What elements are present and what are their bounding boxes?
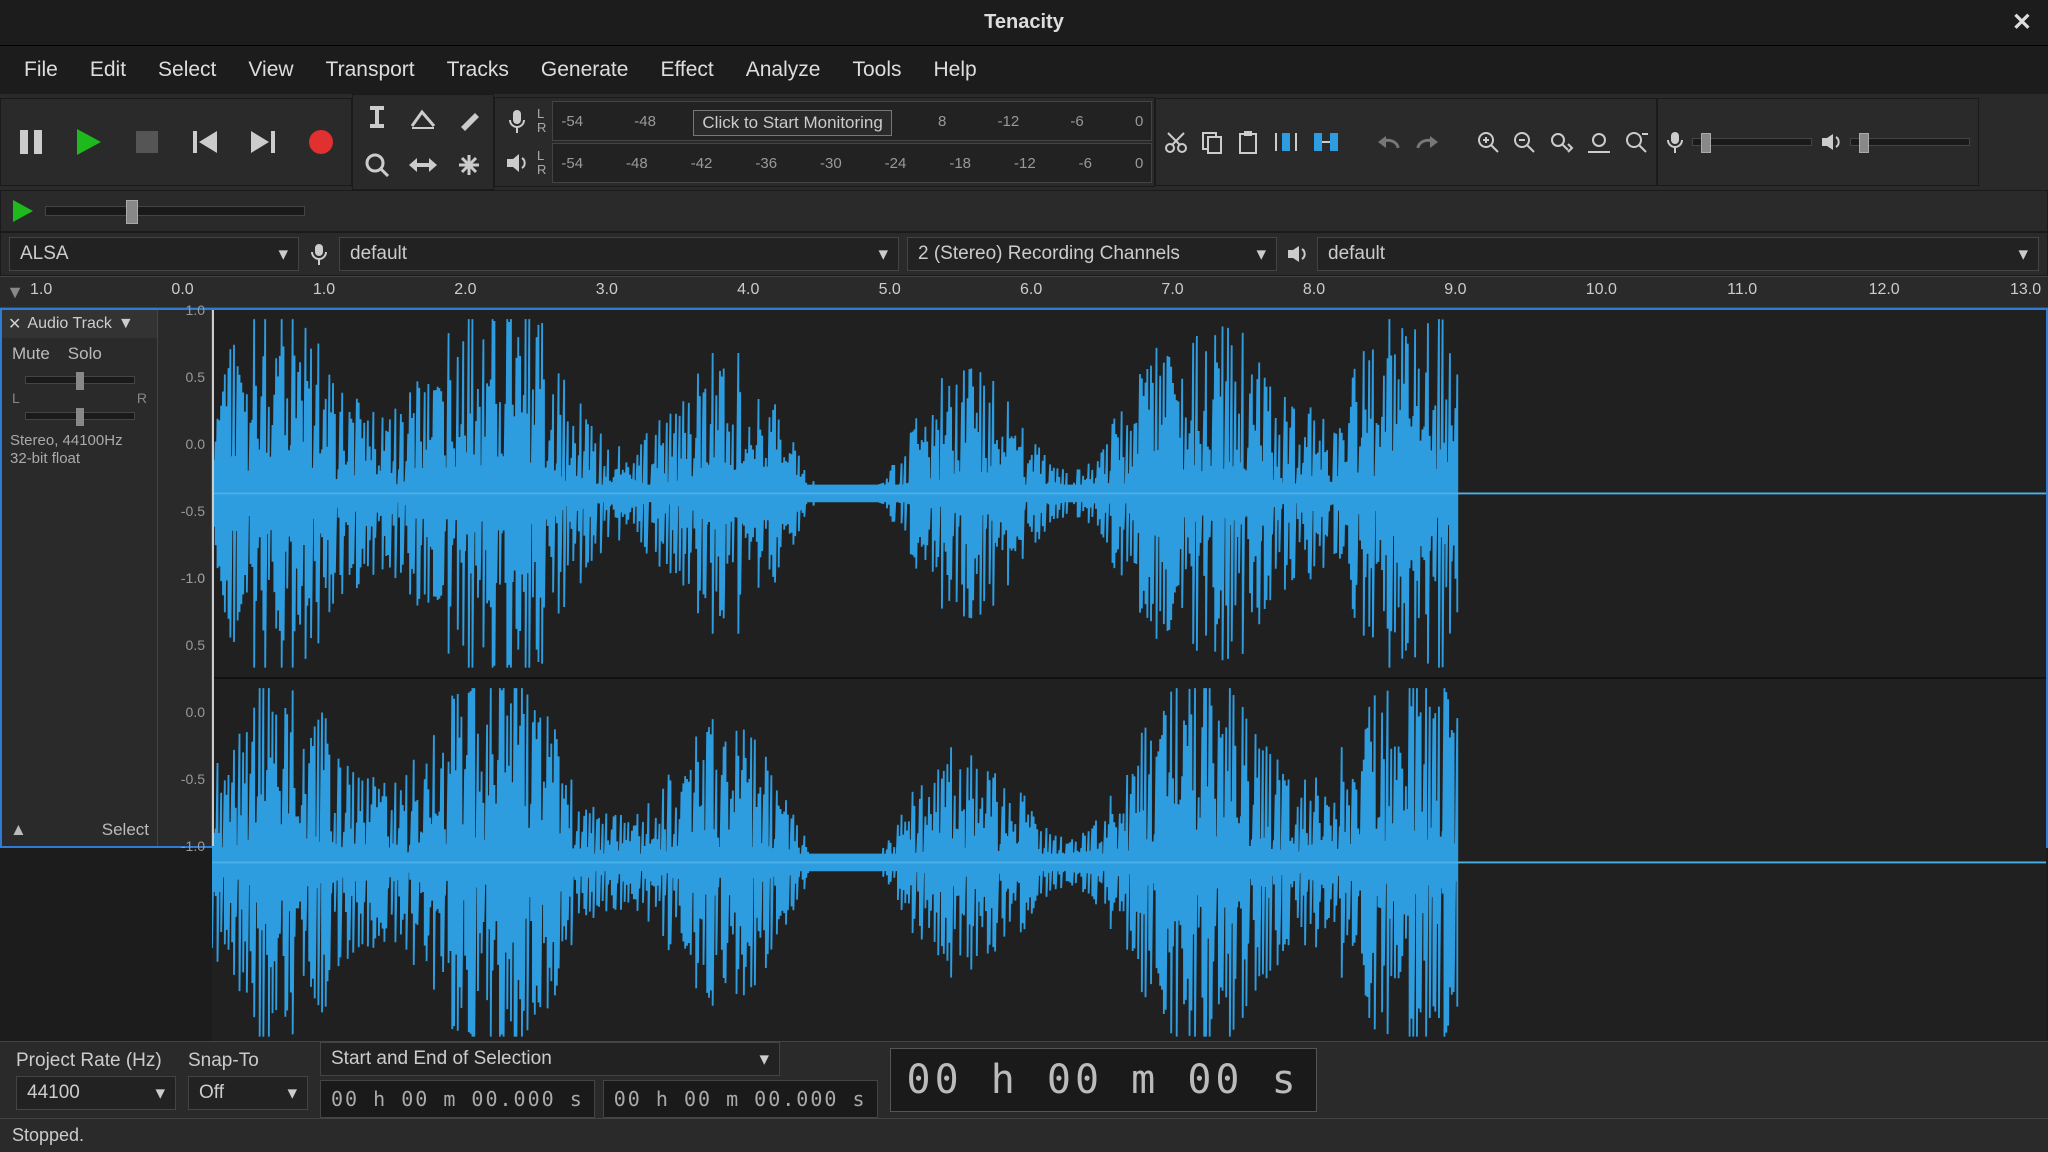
menu-tracks[interactable]: Tracks <box>431 50 525 90</box>
track-gain-slider[interactable] <box>25 376 135 384</box>
start-monitoring-hint[interactable]: Click to Start Monitoring <box>693 110 891 136</box>
solo-button[interactable]: Solo <box>68 344 102 364</box>
play-at-speed-button[interactable] <box>13 200 33 222</box>
snap-to-dropdown[interactable]: Off▾ <box>188 1076 308 1110</box>
rec-lr-labels: LR <box>537 107 552 135</box>
zoom-toggle-icon[interactable] <box>1624 130 1648 154</box>
project-rate-label: Project Rate (Hz) <box>16 1050 176 1072</box>
device-toolbar: ALSA▾ default▾ 2 (Stereo) Recording Chan… <box>0 232 2048 276</box>
recording-channels-dropdown[interactable]: 2 (Stereo) Recording Channels▾ <box>907 237 1277 271</box>
selection-end-field[interactable]: 00 h 00 m 00.000 s <box>603 1080 878 1118</box>
timeline-pin-icon[interactable]: ▼ <box>0 277 30 307</box>
menu-view[interactable]: View <box>232 50 309 90</box>
copy-icon[interactable] <box>1200 130 1224 154</box>
menu-tools[interactable]: Tools <box>836 50 917 90</box>
recording-volume-slider[interactable] <box>1692 138 1812 146</box>
skip-end-button[interactable] <box>249 128 277 156</box>
tracks-area: ✕ Audio Track ▼ Mute Solo LR Stereo, 441… <box>0 308 2048 848</box>
edit-toolbar <box>1155 98 1657 186</box>
track-control-panel: ✕ Audio Track ▼ Mute Solo LR Stereo, 441… <box>2 310 158 846</box>
mixer-toolbar <box>1657 98 1979 186</box>
audio-host-dropdown[interactable]: ALSA▾ <box>9 237 299 271</box>
menu-effect[interactable]: Effect <box>644 50 729 90</box>
redo-icon[interactable] <box>1414 132 1440 152</box>
menu-select[interactable]: Select <box>142 50 232 90</box>
trim-icon[interactable] <box>1272 131 1300 153</box>
amplitude-scale: 1.00.50.0-0.5-1.0 1.00.50.0-0.5-1.0 <box>158 310 212 846</box>
waveform-channel-right[interactable] <box>212 679 2046 1048</box>
timeshift-tool-icon[interactable] <box>401 143 445 187</box>
playback-speed-slider[interactable] <box>45 206 305 216</box>
meters-toolbar: LR -54 -48 -4 . . . 8 -12 -6 0 Click to … <box>494 97 1155 187</box>
play-vol-speaker-icon <box>1820 132 1842 152</box>
selection-mode-dropdown[interactable]: Start and End of Selection▾ <box>320 1042 780 1076</box>
mic-icon[interactable] <box>501 108 533 134</box>
track-select-button[interactable]: Select <box>102 820 149 840</box>
play-at-speed-toolbar <box>0 190 2048 232</box>
zoom-tool-icon[interactable] <box>355 143 399 187</box>
recording-meter[interactable]: -54 -48 -4 . . . 8 -12 -6 0 Click to Sta… <box>552 101 1152 141</box>
playback-volume-slider[interactable] <box>1850 138 1970 146</box>
status-bar: Stopped. <box>0 1118 2048 1152</box>
zoom-out-icon[interactable] <box>1512 130 1536 154</box>
selection-start-field[interactable]: 00 h 00 m 00.000 s <box>320 1080 595 1118</box>
track-collapse-icon[interactable]: ▲ <box>10 820 27 840</box>
snap-to-label: Snap-To <box>188 1050 308 1072</box>
menubar: File Edit Select View Transport Tracks G… <box>0 46 2048 94</box>
menu-help[interactable]: Help <box>918 50 993 90</box>
selection-toolbar: Project Rate (Hz) 44100▾ Snap-To Off▾ St… <box>0 1041 2048 1152</box>
draw-tool-icon[interactable] <box>447 97 491 141</box>
timeline-ruler[interactable]: ▼ 1.00.01.02.03.04.05.06.07.08.09.010.01… <box>0 276 2048 308</box>
project-rate-dropdown[interactable]: 44100▾ <box>16 1076 176 1110</box>
waveform-area[interactable] <box>212 310 2046 846</box>
playback-meter[interactable]: -54 -48 -42 -36 -30 -24 -18 -12 -6 0 <box>552 143 1152 183</box>
track-name[interactable]: Audio Track <box>27 315 111 333</box>
close-icon[interactable]: ✕ <box>2012 8 2032 37</box>
play-button[interactable] <box>75 128 103 156</box>
menu-file[interactable]: File <box>8 50 74 90</box>
menu-analyze[interactable]: Analyze <box>730 50 837 90</box>
silence-icon[interactable] <box>1312 131 1340 153</box>
undo-icon[interactable] <box>1376 132 1402 152</box>
titlebar: Tenacity ✕ <box>0 0 2048 46</box>
track-close-icon[interactable]: ✕ <box>8 314 21 334</box>
fit-project-icon[interactable] <box>1586 130 1612 154</box>
playhead[interactable] <box>212 310 214 846</box>
audio-position-display[interactable]: 00 h 00 m 00 s <box>890 1048 1317 1112</box>
recording-device-dropdown[interactable]: default▾ <box>339 237 899 271</box>
rec-device-mic-icon <box>299 242 339 266</box>
tools-toolbar <box>352 94 494 190</box>
fit-selection-icon[interactable] <box>1548 130 1574 154</box>
record-button[interactable] <box>307 128 335 156</box>
app-title: Tenacity <box>984 11 1064 34</box>
envelope-tool-icon[interactable] <box>401 97 445 141</box>
waveform-channel-left[interactable] <box>212 310 2046 679</box>
track-pan-slider[interactable] <box>25 412 135 420</box>
speaker-icon[interactable] <box>501 152 533 174</box>
pause-button[interactable] <box>17 128 45 156</box>
play-lr-labels: LR <box>537 149 552 177</box>
stop-button[interactable] <box>133 128 161 156</box>
track-format-info: Stereo, 44100Hz 32-bit float <box>2 426 157 474</box>
menu-generate[interactable]: Generate <box>525 50 645 90</box>
play-device-speaker-icon <box>1277 244 1317 264</box>
multi-tool-icon[interactable] <box>447 143 491 187</box>
mute-button[interactable]: Mute <box>12 344 50 364</box>
transport-toolbar <box>0 98 352 186</box>
menu-transport[interactable]: Transport <box>310 50 431 90</box>
rec-vol-mic-icon <box>1666 130 1684 154</box>
skip-start-button[interactable] <box>191 128 219 156</box>
menu-edit[interactable]: Edit <box>74 50 142 90</box>
cut-icon[interactable] <box>1164 130 1188 154</box>
paste-icon[interactable] <box>1236 130 1260 154</box>
playback-device-dropdown[interactable]: default▾ <box>1317 237 2039 271</box>
selection-tool-icon[interactable] <box>355 97 399 141</box>
zoom-in-icon[interactable] <box>1476 130 1500 154</box>
track-menu-dropdown-icon[interactable]: ▼ <box>118 315 134 333</box>
